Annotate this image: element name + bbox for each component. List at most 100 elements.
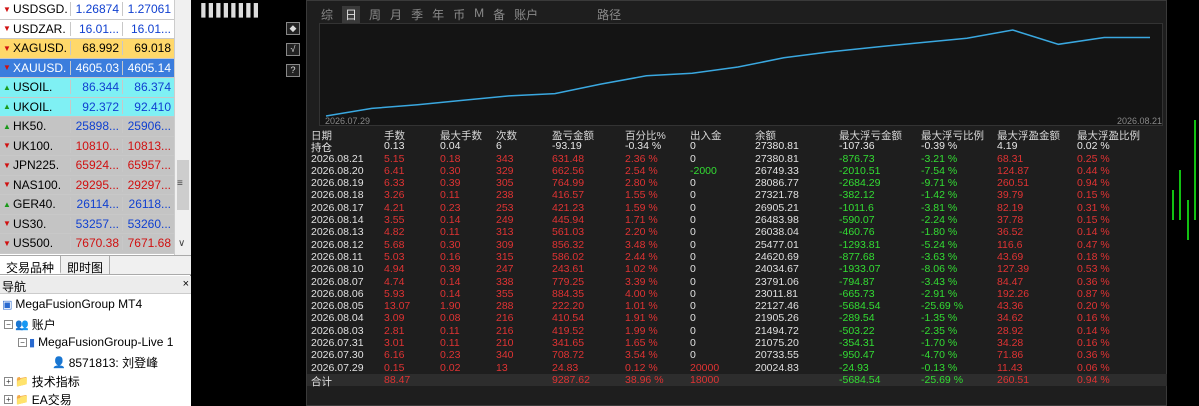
cell: 216: [496, 312, 514, 325]
nav-ea-label: EA交易: [31, 393, 72, 406]
symbol-cell: ▼ JPN225.: [0, 158, 70, 172]
cell: -93.19: [552, 140, 582, 153]
cell: 238: [496, 189, 514, 202]
cell: 2026.08.07: [311, 275, 364, 288]
cell: 0.14 %: [1077, 324, 1110, 337]
cell: 2026.08.06: [311, 287, 364, 300]
period-tab[interactable]: 季: [411, 6, 423, 23]
cell: 0.15 %: [1077, 214, 1110, 227]
market-watch-row[interactable]: ▼ XAUUSD. 4605.03 4605.14: [0, 58, 174, 78]
symbol-cell: ▼ XAGUSD.: [0, 41, 70, 55]
market-watch-row[interactable]: ▼ NAS100. 29295... 29297...: [0, 175, 174, 195]
arrow-down-icon: ▼: [3, 43, 11, 53]
cell: 0: [690, 287, 696, 300]
tab-tick-chart[interactable]: 即时图: [61, 256, 111, 275]
ask-cell: 53260...: [122, 216, 174, 231]
cell: 0: [690, 349, 696, 362]
cell: 0: [690, 324, 696, 337]
nav-accounts[interactable]: − 👥 账户: [4, 316, 56, 333]
check-icon[interactable]: √: [286, 43, 300, 56]
cell: -3.63 %: [921, 250, 958, 263]
cell: 0.11: [440, 337, 460, 350]
server-icon: ▮: [29, 336, 36, 349]
toolbar-glyphs: ▐▐▐▐▐▐▐▐: [197, 3, 258, 17]
arrow-down-icon: ▼: [3, 141, 11, 151]
market-watch-row[interactable]: ▲ UKOIL. 92.372 92.410: [0, 97, 174, 117]
period-tab[interactable]: 路径: [597, 6, 621, 23]
market-watch-row[interactable]: ▼ XAGUSD. 68.992 69.018: [0, 39, 174, 59]
period-tab[interactable]: 备: [493, 6, 505, 23]
cell: 22127.46: [755, 300, 799, 313]
cell: -289.54: [839, 312, 875, 325]
market-watch-row[interactable]: ▼ USDSGD. 1.26874 1.27061: [0, 0, 174, 20]
period-tab[interactable]: 综: [321, 6, 333, 23]
cell: -2684.29: [839, 177, 881, 190]
market-watch-row[interactable]: ▲ USOIL. 86.344 86.374: [0, 78, 174, 98]
market-watch-row[interactable]: ▼ JPN225. 65924... 65957...: [0, 156, 174, 176]
market-watch-scrollbar[interactable]: ≡ ∨: [174, 0, 191, 255]
expand-icon[interactable]: +: [4, 395, 13, 404]
cell: 82.19: [997, 201, 1024, 214]
expand-icon[interactable]: −: [4, 320, 13, 329]
market-watch-row[interactable]: ▲ HK50. 25898... 25906...: [0, 117, 174, 137]
tab-symbols[interactable]: 交易品种: [0, 256, 62, 275]
candle-bar: [1172, 190, 1174, 220]
nav-root[interactable]: ▣ MegaFusionGroup MT4: [2, 297, 142, 311]
period-tab[interactable]: 周: [369, 6, 381, 23]
cell: 0.02 %: [1077, 140, 1110, 153]
period-tab[interactable]: 账户: [514, 6, 538, 23]
symbol-label: US500.: [13, 236, 54, 251]
cell: 243.61: [552, 263, 585, 276]
nav-root-label: MegaFusionGroup MT4: [15, 297, 143, 311]
table-row: 2026.08.07 4.74 0.14 338 779.25 3.39 % 0 23791.…: [307, 276, 1168, 288]
cell: -1.70 %: [921, 337, 958, 350]
market-watch-row[interactable]: ▼ US500. 7670.38 7671.68: [0, 234, 174, 254]
nav-ea[interactable]: + 📁 EA交易: [4, 391, 72, 406]
cell: 24034.67: [755, 263, 799, 276]
help-icon[interactable]: ?: [286, 64, 300, 77]
cell: 779.25: [552, 275, 585, 288]
period-tab[interactable]: 日: [342, 6, 361, 23]
symbol-label: HK50.: [13, 119, 47, 134]
cell: 1.99 %: [625, 324, 658, 337]
cell: 0.47 %: [1077, 238, 1110, 251]
period-tab[interactable]: 月: [390, 6, 402, 23]
diamond-icon[interactable]: ◆: [286, 22, 300, 35]
cell: 26038.04: [755, 226, 799, 239]
nav-account[interactable]: 👤 8571813: 刘登峰: [52, 354, 158, 371]
ask-cell: 1.27061: [122, 2, 174, 17]
cell: 662.56: [552, 164, 585, 177]
bid-cell: 26114...: [70, 197, 122, 212]
expand-icon[interactable]: −: [18, 337, 27, 347]
cell: 34.28: [997, 337, 1024, 350]
close-icon[interactable]: ×: [183, 278, 189, 291]
cell: 2026.08.12: [311, 238, 364, 251]
cell: -4.70 %: [921, 349, 958, 362]
cell: 1.71 %: [625, 214, 658, 227]
market-watch-row[interactable]: ▼ UK100. 10810... 10813...: [0, 136, 174, 156]
chevron-down-icon[interactable]: ∨: [178, 238, 185, 249]
cell: -2000: [690, 164, 717, 177]
period-tab[interactable]: M: [474, 6, 484, 23]
market-watch-row[interactable]: ▼ USDZAR. 16.01... 16.01...: [0, 19, 174, 39]
cell: 0.25 %: [1077, 152, 1110, 165]
nav-indicators[interactable]: + 📁 技术指标: [4, 373, 80, 390]
cell: 2026.07.29: [311, 361, 364, 374]
cell: 2026.08.03: [311, 324, 364, 337]
symbol-cell: ▼ USDSGD.: [0, 2, 70, 16]
nav-server[interactable]: − ▮ MegaFusionGroup-Live 1: [18, 335, 173, 349]
period-tab[interactable]: 币: [453, 6, 465, 23]
period-tab[interactable]: 年: [432, 6, 444, 23]
symbol-cell: ▲ GER40.: [0, 197, 70, 211]
cell: -25.69 %: [921, 300, 964, 313]
market-watch-row[interactable]: ▼ US30. 53257... 53260...: [0, 214, 174, 234]
cell: 28.92: [997, 324, 1024, 337]
ask-cell: 26118...: [122, 197, 174, 212]
cell: 0.08: [440, 312, 461, 325]
expand-icon[interactable]: +: [4, 377, 13, 386]
left-sidebar: ▼ USDSGD. 1.26874 1.27061 ▼ USDZAR. 16.01... 16…: [0, 0, 191, 406]
cell: 38.96 %: [625, 373, 664, 386]
cell: 249: [496, 214, 514, 227]
table-row: 2026.08.13 4.82 0.11 313 561.03 2.20 % 0 26038.…: [307, 226, 1168, 238]
market-watch-row[interactable]: ▲ GER40. 26114... 26118...: [0, 195, 174, 215]
